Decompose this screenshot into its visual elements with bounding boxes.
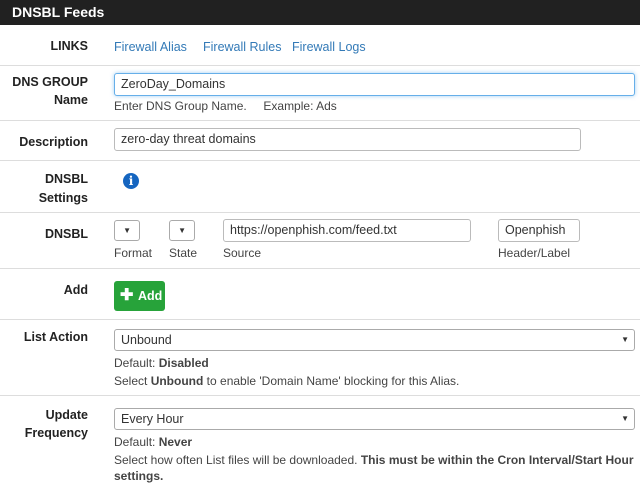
state-label: State: [169, 246, 198, 260]
update-frequency-default-value: Never: [158, 435, 193, 449]
format-select[interactable]: ▼: [114, 220, 140, 241]
state-caret-icon: ▼: [178, 226, 186, 235]
dns-group-help: Enter DNS Group Name. Example: Ads: [114, 99, 337, 113]
state-select[interactable]: ▼: [169, 220, 195, 241]
links-row: LINKS Firewall Alias Firewall Rules Fire…: [0, 25, 640, 66]
dnsbl-settings-row: DNSBL Settings: [0, 161, 640, 213]
update-frequency-selected: Every Hour: [121, 412, 184, 426]
header-label-input[interactable]: Openphish: [498, 219, 580, 242]
source-url-input[interactable]: https://openphish.com/feed.txt: [223, 219, 471, 242]
update-frequency-default: Default: Never: [114, 434, 192, 450]
source-label: Source: [223, 246, 262, 260]
dns-group-name-input[interactable]: ZeroDay_Domains: [114, 73, 635, 96]
add-button[interactable]: ✚ Add: [114, 281, 165, 311]
add-button-label: Add: [138, 289, 163, 303]
dnsbl-settings-label-line2: Settings: [38, 191, 88, 205]
format-caret-icon: ▼: [123, 226, 131, 235]
list-action-row: List Action Unbound ▼ Default: Disabled …: [0, 320, 640, 396]
list-action-caret-icon: ▼: [621, 335, 629, 344]
update-frequency-default-prefix: Default:: [114, 435, 159, 449]
format-label: Format: [114, 246, 153, 260]
list-action-default-value: Disabled: [158, 356, 209, 370]
firewall-logs-link[interactable]: Firewall Logs: [292, 39, 366, 55]
update-frequency-label-line2: Frequency: [24, 426, 88, 440]
info-icon[interactable]: i: [123, 173, 139, 189]
dns-group-label-line1: DNS GROUP: [12, 75, 88, 89]
dnsbl-settings-label-line1: DNSBL: [44, 172, 88, 186]
update-frequency-label: Update Frequency: [0, 406, 88, 442]
dnsbl-settings-label: DNSBL Settings: [0, 170, 88, 208]
description-row: Description zero-day threat domains: [0, 121, 640, 161]
update-frequency-label-line1: Update: [45, 408, 88, 422]
dns-group-row: DNS GROUP Name ZeroDay_Domains Enter DNS…: [0, 66, 640, 121]
update-frequency-select[interactable]: Every Hour ▼: [114, 408, 635, 430]
dns-group-label: DNS GROUP Name: [0, 73, 88, 109]
dnsbl-row: DNSBL ▼ ▼ https://openphish.com/feed.txt…: [0, 213, 640, 269]
list-action-help-suffix: to enable 'Domain Name' blocking for thi…: [203, 374, 460, 388]
add-row: Add: [0, 269, 640, 320]
links-label: LINKS: [50, 39, 89, 53]
description-input[interactable]: zero-day threat domains: [114, 128, 581, 151]
dnsbl-label: DNSBL: [44, 227, 88, 241]
list-action-help: Select Unbound to enable 'Domain Name' b…: [114, 373, 459, 389]
header-label-caption: Header/Label: [498, 246, 571, 260]
list-action-default: Default: Disabled: [114, 355, 209, 371]
update-frequency-help-prefix: Select how often List files will be down…: [114, 453, 361, 467]
plus-icon: ✚: [120, 287, 134, 304]
firewall-alias-link[interactable]: Firewall Alias: [114, 39, 187, 55]
add-label: Add: [63, 283, 88, 297]
list-action-select[interactable]: Unbound ▼: [114, 329, 635, 351]
list-action-selected: Unbound: [121, 333, 172, 347]
list-action-help-prefix: Select: [114, 374, 151, 388]
firewall-rules-link[interactable]: Firewall Rules: [203, 39, 282, 55]
panel-title: DNSBL Feeds: [0, 0, 640, 25]
list-action-help-bold: Unbound: [150, 374, 204, 388]
description-label: Description: [19, 135, 88, 149]
list-action-default-prefix: Default:: [114, 356, 159, 370]
dns-group-label-line2: Name: [53, 93, 88, 107]
update-frequency-help: Select how often List files will be down…: [114, 452, 634, 484]
update-frequency-row: Update Frequency Every Hour ▼ Default: N…: [0, 396, 640, 483]
list-action-label: List Action: [23, 330, 88, 344]
update-frequency-caret-icon: ▼: [621, 414, 629, 423]
